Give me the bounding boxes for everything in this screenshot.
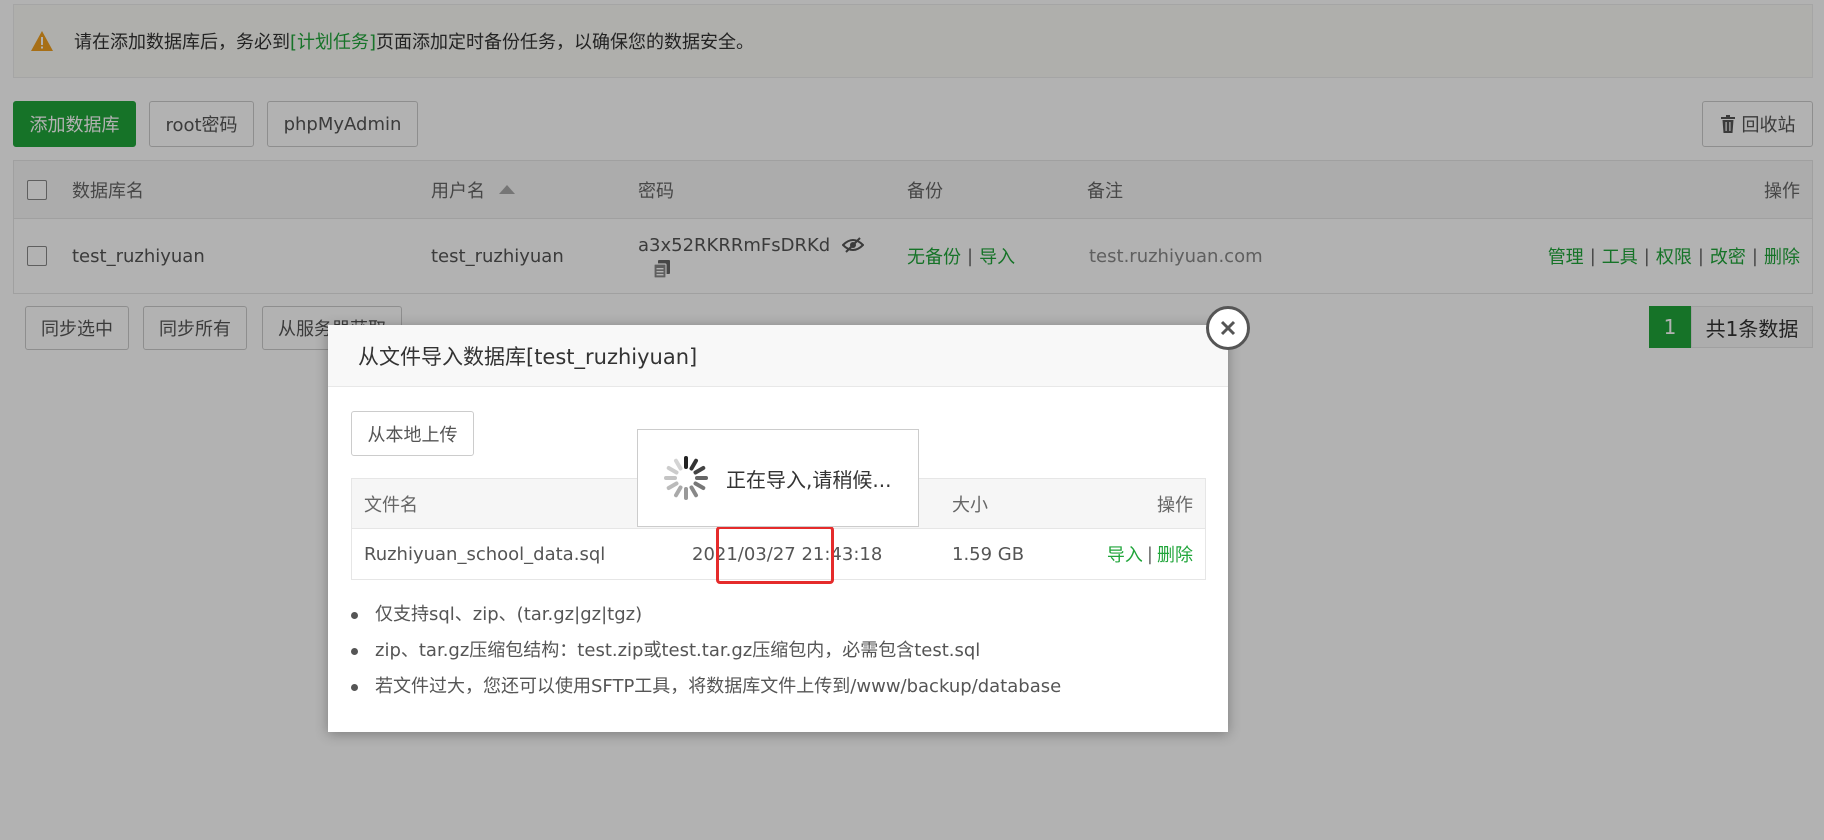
note-item: zip、tar.gz压缩包结构：test.zip或test.tar.gz压缩包内… bbox=[351, 633, 1206, 669]
close-dialog-button[interactable] bbox=[1206, 306, 1250, 350]
file-import-link[interactable]: 导入 bbox=[1107, 541, 1143, 567]
import-notes: 仅支持sql、zip、(tar.gz|gz|tgz) zip、tar.gz压缩包… bbox=[351, 597, 1206, 705]
spinner-icon bbox=[664, 456, 708, 500]
loading-text: 正在导入,请稍候... bbox=[726, 467, 892, 492]
separator: | bbox=[1146, 543, 1153, 565]
file-name: Ruzhiyuan_school_data.sql bbox=[364, 543, 606, 565]
upload-local-button[interactable]: 从本地上传 bbox=[351, 411, 474, 456]
file-delete-link[interactable]: 删除 bbox=[1157, 541, 1193, 567]
file-size: 1.59 GB bbox=[952, 543, 1025, 565]
close-icon bbox=[1220, 320, 1236, 336]
highlight-box bbox=[716, 526, 834, 584]
note-item: 若文件过大，您还可以使用SFTP工具，将数据库文件上传到/www/backup/… bbox=[351, 669, 1206, 705]
loading-toast: 正在导入,请稍候... bbox=[637, 429, 919, 527]
header-filename: 文件名 bbox=[364, 494, 418, 516]
header-size: 大小 bbox=[952, 494, 988, 516]
dialog-title: 从文件导入数据库[test_ruzhiyuan] bbox=[328, 325, 1228, 387]
file-actions: 导入 | 删除 bbox=[1107, 529, 1193, 579]
header-file-actions: 操作 bbox=[1157, 494, 1193, 516]
note-item: 仅支持sql、zip、(tar.gz|gz|tgz) bbox=[351, 597, 1206, 633]
